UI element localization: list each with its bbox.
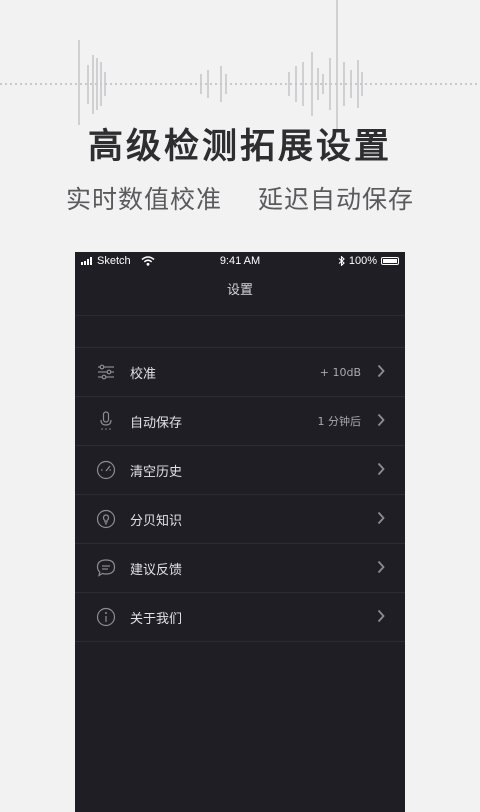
settings-list: 校准 + 10dB 自动保存 1 分钟后 清空历史 分贝知识 建议反馈 关于我们 bbox=[75, 347, 405, 642]
subline: 实时数值校准 延迟自动保存 bbox=[0, 180, 480, 216]
settings-item-decibel-knowledge[interactable]: 分贝知识 bbox=[75, 495, 405, 544]
status-right: 100% bbox=[338, 255, 399, 267]
settings-item-feedback[interactable]: 建议反馈 bbox=[75, 544, 405, 593]
settings-item-label: 自动保存 bbox=[130, 415, 183, 431]
status-bar: Sketch 9:41 AM 100% bbox=[75, 252, 405, 269]
phone-screen: Sketch 9:41 AM 100% 设置 校准 + 10dB 自动保存 1 … bbox=[75, 252, 405, 812]
settings-item-label: 校准 bbox=[130, 366, 157, 382]
settings-item-label: 清空历史 bbox=[130, 464, 183, 480]
subline-right: 延迟自动保存 bbox=[258, 185, 415, 214]
settings-item-label: 分贝知识 bbox=[130, 513, 183, 529]
settings-item-clear-history[interactable]: 清空历史 bbox=[75, 446, 405, 495]
sliders-icon bbox=[95, 361, 117, 383]
chat-bubble-icon bbox=[95, 557, 117, 579]
settings-item-label: 建议反馈 bbox=[130, 562, 183, 578]
chevron-right-icon bbox=[377, 462, 385, 476]
chevron-right-icon bbox=[377, 364, 385, 378]
chevron-right-icon bbox=[377, 609, 385, 623]
settings-item-calibrate[interactable]: 校准 + 10dB bbox=[75, 348, 405, 397]
settings-item-about-us[interactable]: 关于我们 bbox=[75, 593, 405, 642]
header-spacer bbox=[75, 315, 405, 347]
microphone-icon bbox=[95, 410, 117, 432]
chevron-right-icon bbox=[377, 511, 385, 525]
settings-item-auto-save[interactable]: 自动保存 1 分钟后 bbox=[75, 397, 405, 446]
settings-item-value: + 10dB bbox=[319, 365, 361, 379]
settings-item-value: 1 分钟后 bbox=[317, 415, 362, 428]
headline: 高级检测拓展设置 bbox=[87, 127, 392, 167]
chevron-right-icon bbox=[377, 560, 385, 574]
chevron-right-icon bbox=[377, 413, 385, 427]
battery-icon bbox=[381, 257, 399, 265]
screen-title: 设置 bbox=[226, 283, 253, 298]
bluetooth-icon bbox=[338, 256, 345, 266]
settings-item-label: 关于我们 bbox=[130, 611, 183, 627]
gauge-icon bbox=[95, 459, 117, 481]
subline-left: 实时数值校准 bbox=[65, 185, 222, 214]
lightbulb-icon bbox=[95, 508, 117, 530]
battery-percent: 100% bbox=[348, 255, 377, 267]
info-icon bbox=[95, 606, 117, 628]
sound-wave-graphic bbox=[0, 0, 480, 130]
